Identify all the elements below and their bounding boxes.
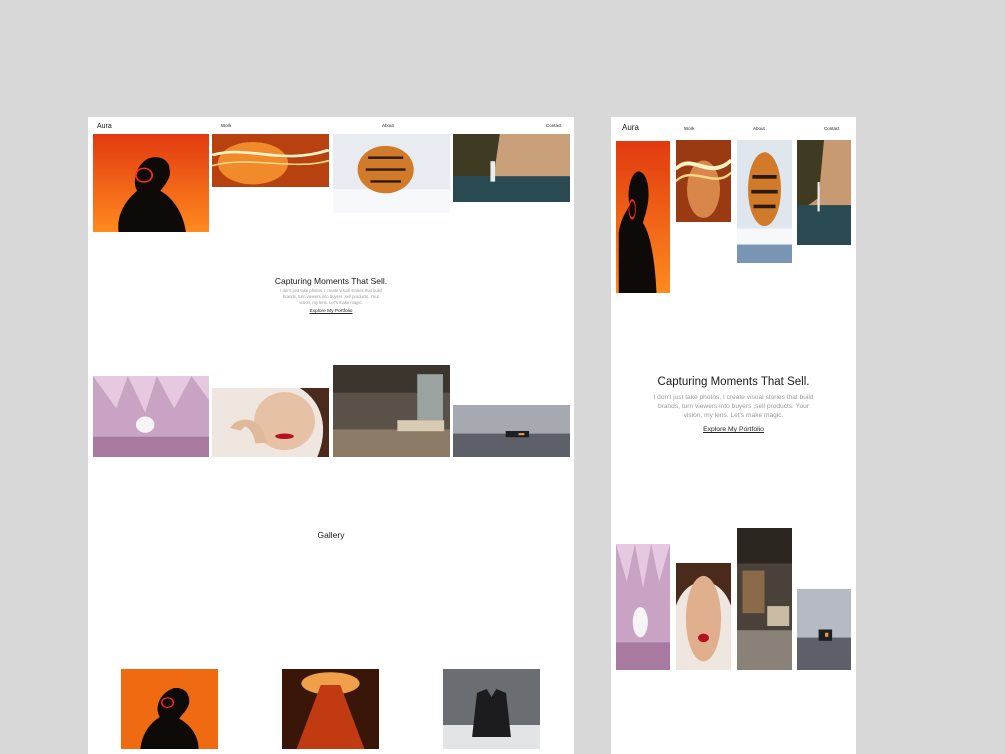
mobile-explore-portfolio-link[interactable]: Explore My Portfolio (611, 426, 856, 433)
coastal-cliff-image[interactable] (453, 134, 570, 202)
nav-work[interactable]: Work (221, 123, 231, 128)
nav-about[interactable]: About (382, 123, 394, 128)
mobile-interior-image[interactable] (737, 528, 792, 670)
hero-text-line-2: brands, turn viewers into buyers ,sell p… (283, 294, 379, 299)
mobile-tiger-image[interactable] (737, 140, 792, 263)
interior-image[interactable] (333, 365, 450, 457)
misty-house-image[interactable] (453, 405, 570, 457)
mobile-crystal-rabbit-image[interactable] (616, 544, 670, 670)
gallery-red-gown-image[interactable] (282, 669, 379, 749)
mobile-nav-about[interactable]: About (753, 126, 765, 131)
mobile-misty-house-image[interactable] (797, 589, 851, 670)
hero-text-line-3: vision, my lens. Let's make magic. (299, 300, 363, 305)
beauty-portrait-image[interactable] (212, 388, 329, 457)
tiger-image[interactable] (333, 134, 450, 213)
desktop-frame: Aura Work About Contact Capturing Moment… (88, 117, 574, 754)
mobile-beauty-portrait-image[interactable] (676, 563, 731, 670)
nav-contact[interactable]: Contact (546, 123, 562, 128)
mobile-fire-light-image[interactable] (676, 140, 731, 222)
gallery-title: Gallery (317, 530, 345, 540)
mobile-nav-contact[interactable]: Contact (824, 126, 840, 131)
mobile-headphones-image[interactable] (616, 141, 670, 293)
mobile-coastal-cliff-image[interactable] (797, 140, 851, 245)
hero-text-line-1: I don't just take photos, I create visua… (280, 288, 382, 293)
gallery-wolf-image[interactable] (443, 669, 540, 749)
fire-light-image[interactable] (212, 134, 329, 187)
gallery-headphones-image[interactable] (121, 669, 218, 749)
mobile-hero-text-line-3: vision, my lens. Let's make magic. (683, 412, 784, 419)
mobile-hero-text-line-1: I don't just take photos, I create visua… (653, 394, 814, 401)
mobile-hero-title: Capturing Moments That Sell. (657, 376, 810, 388)
mobile-frame: Aura Work About Contact Capturing Moment… (611, 117, 856, 754)
explore-portfolio-link[interactable]: Explore My Portfolio (88, 309, 574, 314)
mobile-nav-work[interactable]: Work (684, 126, 694, 131)
mobile-hero-text-line-2: brands, turn viewers into buyers ,sell p… (657, 403, 809, 410)
logo[interactable]: Aura (97, 123, 112, 130)
mobile-logo[interactable]: Aura (622, 123, 639, 132)
crystal-rabbit-image[interactable] (93, 376, 209, 457)
hero-title: Capturing Moments That Sell. (274, 276, 388, 286)
headphones-portrait-image[interactable] (93, 134, 209, 232)
